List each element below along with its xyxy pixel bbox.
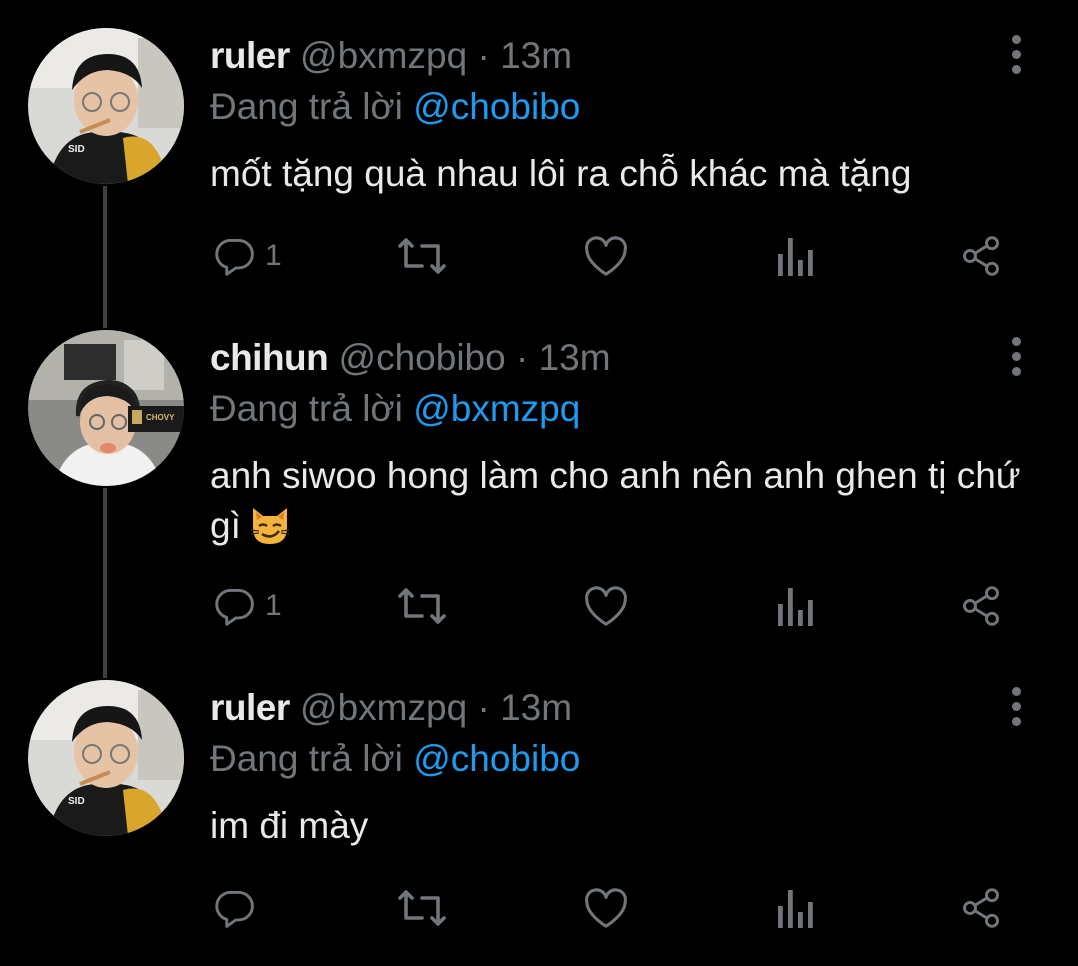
tweet-text: im đi mày bbox=[210, 805, 369, 846]
views-icon bbox=[778, 890, 813, 928]
timestamp[interactable]: 13m bbox=[500, 687, 572, 728]
views-button[interactable] bbox=[776, 233, 814, 279]
display-name[interactable]: chihun bbox=[210, 337, 329, 378]
reply-to-link[interactable]: @chobibo bbox=[413, 738, 580, 779]
avatar[interactable]: SID bbox=[28, 28, 184, 184]
tweet-text: anh siwoo hong làm cho anh nên anh ghen … bbox=[210, 451, 1030, 551]
separator-dot: · bbox=[516, 337, 529, 378]
user-handle[interactable]: @chobibo bbox=[339, 337, 506, 378]
retweet-icon bbox=[398, 588, 446, 624]
reply-icon bbox=[215, 238, 254, 276]
share-icon bbox=[963, 586, 999, 626]
tweet-header: ruler @bxmzpq · 13m bbox=[210, 31, 572, 81]
tweet-header: ruler @bxmzpq · 13m bbox=[210, 683, 572, 733]
avatar[interactable]: CHOVY bbox=[28, 330, 184, 486]
retweet-button[interactable] bbox=[396, 885, 448, 931]
tweet-text: mốt tặng quà nhau lôi ra chỗ khác mà tặn… bbox=[210, 153, 912, 194]
separator-dot: · bbox=[477, 35, 490, 76]
like-button[interactable] bbox=[583, 885, 629, 931]
views-icon bbox=[778, 238, 813, 276]
reply-prefix: Đang trả lời bbox=[210, 738, 403, 779]
separator-dot: · bbox=[477, 687, 490, 728]
tweet[interactable]: CHOVY chihun @chobibo · 13m Đang trả lời… bbox=[0, 320, 1078, 670]
ruler-avatar-image: SID bbox=[28, 28, 184, 184]
reply-button[interactable] bbox=[213, 885, 257, 931]
reply-button[interactable]: 1 bbox=[213, 233, 282, 279]
like-button[interactable] bbox=[583, 233, 629, 279]
reply-prefix: Đang trả lời bbox=[210, 388, 403, 429]
reply-icon bbox=[215, 890, 254, 928]
ruler-avatar-image: SID bbox=[28, 680, 184, 836]
svg-text:SID: SID bbox=[68, 144, 85, 155]
retweet-icon bbox=[398, 238, 446, 274]
user-handle[interactable]: @bxmzpq bbox=[300, 687, 467, 728]
reply-prefix: Đang trả lời bbox=[210, 86, 403, 127]
smirking-cat-emoji bbox=[247, 502, 293, 548]
avatar[interactable]: SID bbox=[28, 680, 184, 836]
reply-to-link[interactable]: @bxmzpq bbox=[413, 388, 580, 429]
reply-icon bbox=[215, 588, 254, 626]
reply-context: Đang trả lời @chobibo bbox=[210, 734, 580, 784]
tweet-header: chihun @chobibo · 13m bbox=[210, 333, 611, 383]
reply-count: 1 bbox=[265, 239, 282, 272]
like-icon bbox=[585, 586, 627, 626]
more-options-icon[interactable] bbox=[1003, 323, 1029, 389]
share-icon bbox=[963, 888, 999, 928]
retweet-button[interactable] bbox=[396, 583, 448, 629]
reply-context: Đang trả lời @chobibo bbox=[210, 82, 580, 132]
reply-to-link[interactable]: @chobibo bbox=[413, 86, 580, 127]
more-options-icon[interactable] bbox=[1003, 21, 1029, 87]
tweet[interactable]: SID ruler @bxmzpq · 13m Đang trả lời @ch… bbox=[0, 670, 1078, 966]
chihun-avatar-image: CHOVY bbox=[28, 330, 184, 486]
like-icon bbox=[585, 236, 627, 276]
share-button[interactable] bbox=[959, 233, 1003, 279]
reply-count: 1 bbox=[265, 589, 282, 622]
display-name[interactable]: ruler bbox=[210, 687, 290, 728]
reply-button[interactable]: 1 bbox=[213, 583, 282, 629]
share-button[interactable] bbox=[959, 583, 1003, 629]
retweet-button[interactable] bbox=[396, 233, 448, 279]
reply-context: Đang trả lời @bxmzpq bbox=[210, 384, 580, 434]
share-icon bbox=[963, 236, 999, 276]
views-button[interactable] bbox=[776, 583, 814, 629]
views-button[interactable] bbox=[776, 885, 814, 931]
svg-text:SID: SID bbox=[68, 796, 85, 807]
like-icon bbox=[585, 888, 627, 928]
timestamp[interactable]: 13m bbox=[500, 35, 572, 76]
timestamp[interactable]: 13m bbox=[539, 337, 611, 378]
display-name[interactable]: ruler bbox=[210, 35, 290, 76]
tweet[interactable]: SID ruler @bxmzpq · 13m Đang trả lời @ch… bbox=[0, 0, 1078, 320]
avatar-logo-text: CHOVY bbox=[146, 413, 175, 422]
tweet-text-content: anh siwoo hong làm cho anh nên anh ghen … bbox=[210, 455, 1021, 546]
user-handle[interactable]: @bxmzpq bbox=[300, 35, 467, 76]
views-icon bbox=[778, 588, 813, 626]
retweet-icon bbox=[398, 890, 446, 926]
like-button[interactable] bbox=[583, 583, 629, 629]
more-options-icon[interactable] bbox=[1003, 673, 1029, 739]
share-button[interactable] bbox=[959, 885, 1003, 931]
